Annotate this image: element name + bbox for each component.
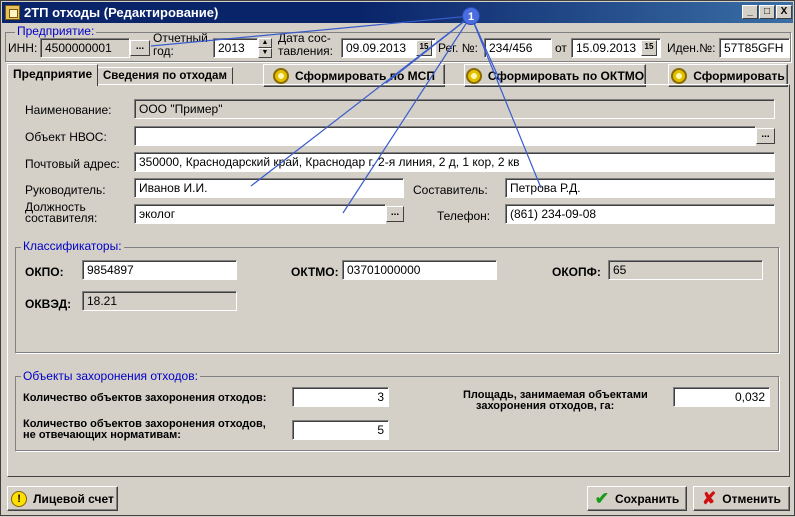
annotation-marker: 1 — [462, 7, 480, 25]
main-window: 2ТП отходы (Редактирование) _ □ X Предпр… — [0, 0, 795, 516]
tab-enterprise[interactable]: Предприятие — [7, 64, 99, 86]
annotation-lines — [150, 15, 542, 214]
